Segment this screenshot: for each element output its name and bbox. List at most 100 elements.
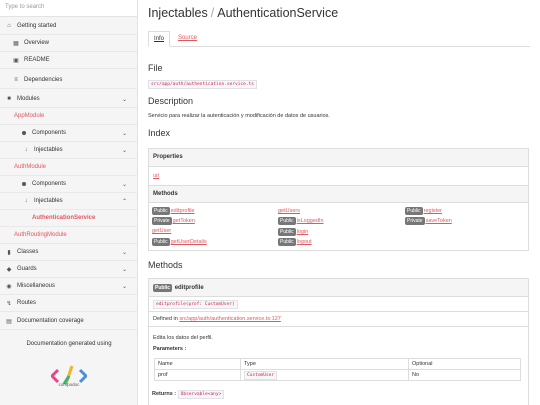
method-detail-editprofile: Public editprofile editprofile(prof: Cus… [148, 278, 529, 405]
sidebar-item-label: Documentation coverage [17, 318, 84, 324]
sidebar-item-label: AppModule [14, 113, 45, 119]
description-heading: Description [148, 96, 194, 106]
sidebar-item-authmodule-injectables[interactable]: ↓ Injectables ⌃ [0, 193, 137, 210]
sidebar-item-label: Modules [17, 96, 40, 102]
sidebar-item-readme[interactable]: ▣ README [0, 52, 137, 69]
tab-info[interactable]: Info [148, 31, 171, 47]
defined-in-link[interactable]: src/app/auth/authentication.service.ts:1… [179, 316, 281, 322]
sidebar-item-appmodule[interactable]: AppModule [0, 108, 137, 125]
defined-in-row: Defined in src/app/auth/authentication.s… [149, 312, 528, 327]
sidebar-item-label: Components [32, 130, 67, 136]
sidebar-item-dependencies[interactable]: ≡ Dependencies [0, 72, 137, 89]
method-link-getuserdetails[interactable]: getUserDetails [171, 239, 207, 245]
chevron-down-icon: ⌄ [121, 249, 127, 256]
method-row: Public editprofile [152, 207, 194, 215]
public-badge: Public [153, 284, 173, 292]
compodoc-logo-icon [51, 365, 87, 385]
sidebar-item-label: Miscellaneous [17, 283, 56, 289]
sidebar-item-documentation-coverage[interactable]: ▤ Documentation coverage [0, 313, 137, 330]
methods-header: Methods [149, 185, 528, 203]
home-icon: ⌂ [7, 23, 11, 29]
breadcrumb-separator: / [210, 6, 215, 20]
method-link-register[interactable]: register [424, 208, 442, 214]
sidebar-item-label: AuthModule [14, 164, 47, 170]
chevron-down-icon: ⌄ [121, 283, 127, 290]
returns-row: Returns : Observable<any> [152, 390, 225, 399]
public-badge: Public [278, 228, 296, 236]
sidebar-item-label: Injectables [34, 198, 63, 204]
parameters-label: Parameters : [153, 346, 187, 352]
chevron-up-icon: ⌃ [121, 198, 127, 205]
sidebar-item-classes[interactable]: ▮ Classes ⌄ [0, 244, 137, 261]
chevron-down-icon: ⌄ [121, 147, 127, 154]
methods-heading: Methods [148, 260, 183, 270]
table-row: prof CustomUser No [154, 369, 521, 381]
list-icon: ≡ [14, 77, 18, 83]
component-icon [22, 131, 26, 135]
method-link-gettoken[interactable]: getToken [173, 218, 195, 224]
returns-type: Observable<any> [177, 390, 225, 399]
sidebar-item-miscellaneous[interactable]: ◉ Miscellaneous ⌄ [0, 278, 137, 295]
public-badge: Public [405, 207, 423, 215]
method-row: Private saveToken [405, 217, 452, 225]
method-signature-row: editprofile(prof: CustomUser) [149, 297, 528, 312]
sidebar-item-label: Dependencies [24, 77, 63, 83]
arrow-down-icon: ↓ [24, 198, 28, 204]
search-input[interactable]: Type to search [0, 0, 137, 17]
method-row: getUser [152, 228, 171, 234]
description-text: Servicio para realizar la autenticación … [148, 113, 330, 119]
returns-label: Returns : [152, 391, 177, 397]
method-link-getuser[interactable]: getUser [152, 228, 171, 234]
method-name: editprofile [174, 285, 204, 291]
file-icon: ▮ [7, 249, 11, 256]
column-header-optional: Optional [408, 358, 521, 370]
sidebar-item-authroutingmodule[interactable]: AuthRoutingModule [0, 227, 137, 244]
param-type-cell: CustomUser [240, 369, 409, 381]
method-link-getusers[interactable]: getUsers [278, 208, 300, 214]
page-title: Injectables / AuthenticationService [148, 6, 338, 20]
file-path: src/app/auth/authentication.service.ts [148, 80, 257, 89]
grid-icon: ▦ [13, 40, 19, 47]
method-row: getUsers [278, 208, 300, 214]
sidebar-item-overview[interactable]: ▦ Overview [0, 35, 137, 52]
sidebar-item-authmodule-components[interactable]: Components ⌄ [0, 176, 137, 193]
method-link-editprofile[interactable]: editprofile [171, 208, 195, 214]
column-header-name: Name [154, 358, 241, 370]
sidebar-item-getting-started[interactable]: ⌂ Getting started [0, 18, 137, 35]
sidebar-item-modules[interactable]: ■ Modules ⌄ [0, 91, 137, 108]
sidebar-item-label: Injectables [34, 147, 63, 153]
method-row: Public login [278, 228, 308, 236]
property-link-url[interactable]: url [153, 173, 159, 179]
book-icon: ▣ [13, 57, 19, 64]
method-signature: editprofile(prof: CustomUser) [153, 300, 238, 309]
column-header-type: Type [240, 358, 409, 370]
sidebar-item-authmodule[interactable]: AuthModule [0, 159, 137, 176]
method-link-isloggedin[interactable]: isLoggedIn [297, 218, 324, 224]
param-name: prof [154, 369, 241, 381]
method-link-logout[interactable]: logout [297, 239, 312, 245]
sidebar-item-routes[interactable]: ↯ Routes [0, 295, 137, 312]
sidebar-item-appmodule-injectables[interactable]: ↓ Injectables ⌄ [0, 142, 137, 159]
tab-source[interactable]: Source [173, 31, 202, 47]
method-row: Public isLoggedIn [278, 217, 324, 225]
method-row: Public logout [278, 238, 312, 246]
public-badge: Public [278, 217, 296, 225]
chevron-down-icon: ⌄ [121, 96, 127, 103]
component-icon [22, 182, 26, 186]
sidebar-item-appmodule-components[interactable]: Components ⌄ [0, 125, 137, 142]
sidebar-item-label: Classes [17, 249, 39, 255]
sidebar-item-label: Overview [24, 40, 50, 46]
method-link-savetoken[interactable]: saveToken [426, 218, 452, 224]
tab-bar: Info Source [148, 31, 530, 47]
param-type[interactable]: CustomUser [244, 371, 278, 380]
sidebar-item-authenticationservice[interactable]: AuthenticationService [0, 210, 137, 227]
route-icon: ↯ [6, 300, 12, 307]
sidebar-item-label: Routes [17, 300, 37, 306]
generated-by-text: Documentation generated using [26, 341, 112, 347]
chevron-down-icon: ⌄ [121, 130, 127, 137]
sidebar-item-guards[interactable]: ◆ Guards ⌄ [0, 261, 137, 278]
public-badge: Public [152, 238, 170, 246]
breadcrumb-current: AuthenticationService [217, 6, 339, 20]
breadcrumb-root[interactable]: Injectables [148, 6, 208, 20]
method-link-login[interactable]: login [297, 229, 309, 235]
